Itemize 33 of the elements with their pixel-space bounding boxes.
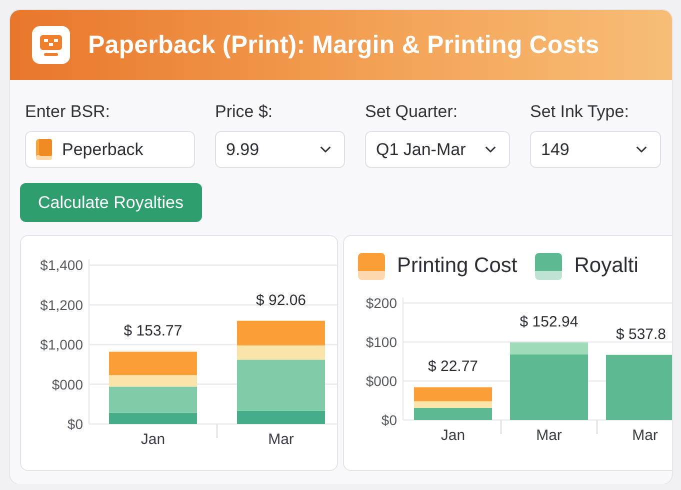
dropdown[interactable]: 149 — [530, 131, 661, 168]
value-label: $ 92.06 — [256, 292, 306, 309]
field-label: Price $: — [215, 102, 274, 122]
input-field[interactable]: Peperback — [25, 131, 195, 168]
bar-segment — [606, 354, 672, 420]
dropdown[interactable]: Q1 Jan-Mar — [365, 131, 510, 168]
value-label: $ 537.8 — [616, 326, 666, 343]
axis-label: Mar — [632, 427, 658, 444]
field-label: Set Quarter: — [365, 102, 459, 122]
axis-label: $0 — [67, 416, 83, 432]
value-label: $ 153.77 — [124, 322, 182, 340]
axis-label: $1,200 — [40, 296, 83, 313]
field-label: Enter BSR: — [25, 102, 112, 122]
book-icon — [36, 139, 52, 160]
axis-label: Jan — [440, 427, 466, 444]
robot-icon — [32, 26, 70, 64]
value-label: $ 152.94 — [520, 313, 578, 330]
axis-label: $100 — [366, 334, 397, 350]
dropdown[interactable]: 9.99 — [215, 131, 345, 168]
axis-label: $1,400 — [40, 257, 83, 274]
axis-label: $200 — [366, 295, 397, 311]
axis-label: Mar — [536, 427, 562, 444]
legend-item: Royalti — [535, 252, 638, 280]
axis-label: $1,000 — [40, 336, 83, 353]
page-title: Paperback (Print): Margin & Printing Costs — [88, 30, 600, 60]
axis-label: Jan — [140, 431, 166, 448]
axis-label: $0 — [381, 412, 397, 428]
field-label: Set Ink Type: — [530, 102, 630, 122]
legend-item: Printing Cost — [358, 252, 518, 280]
axis-label: $000 — [52, 376, 83, 392]
value-label: $ 22.77 — [428, 358, 478, 376]
axis-label: Mar — [268, 431, 294, 448]
axis-label: $000 — [366, 373, 397, 389]
